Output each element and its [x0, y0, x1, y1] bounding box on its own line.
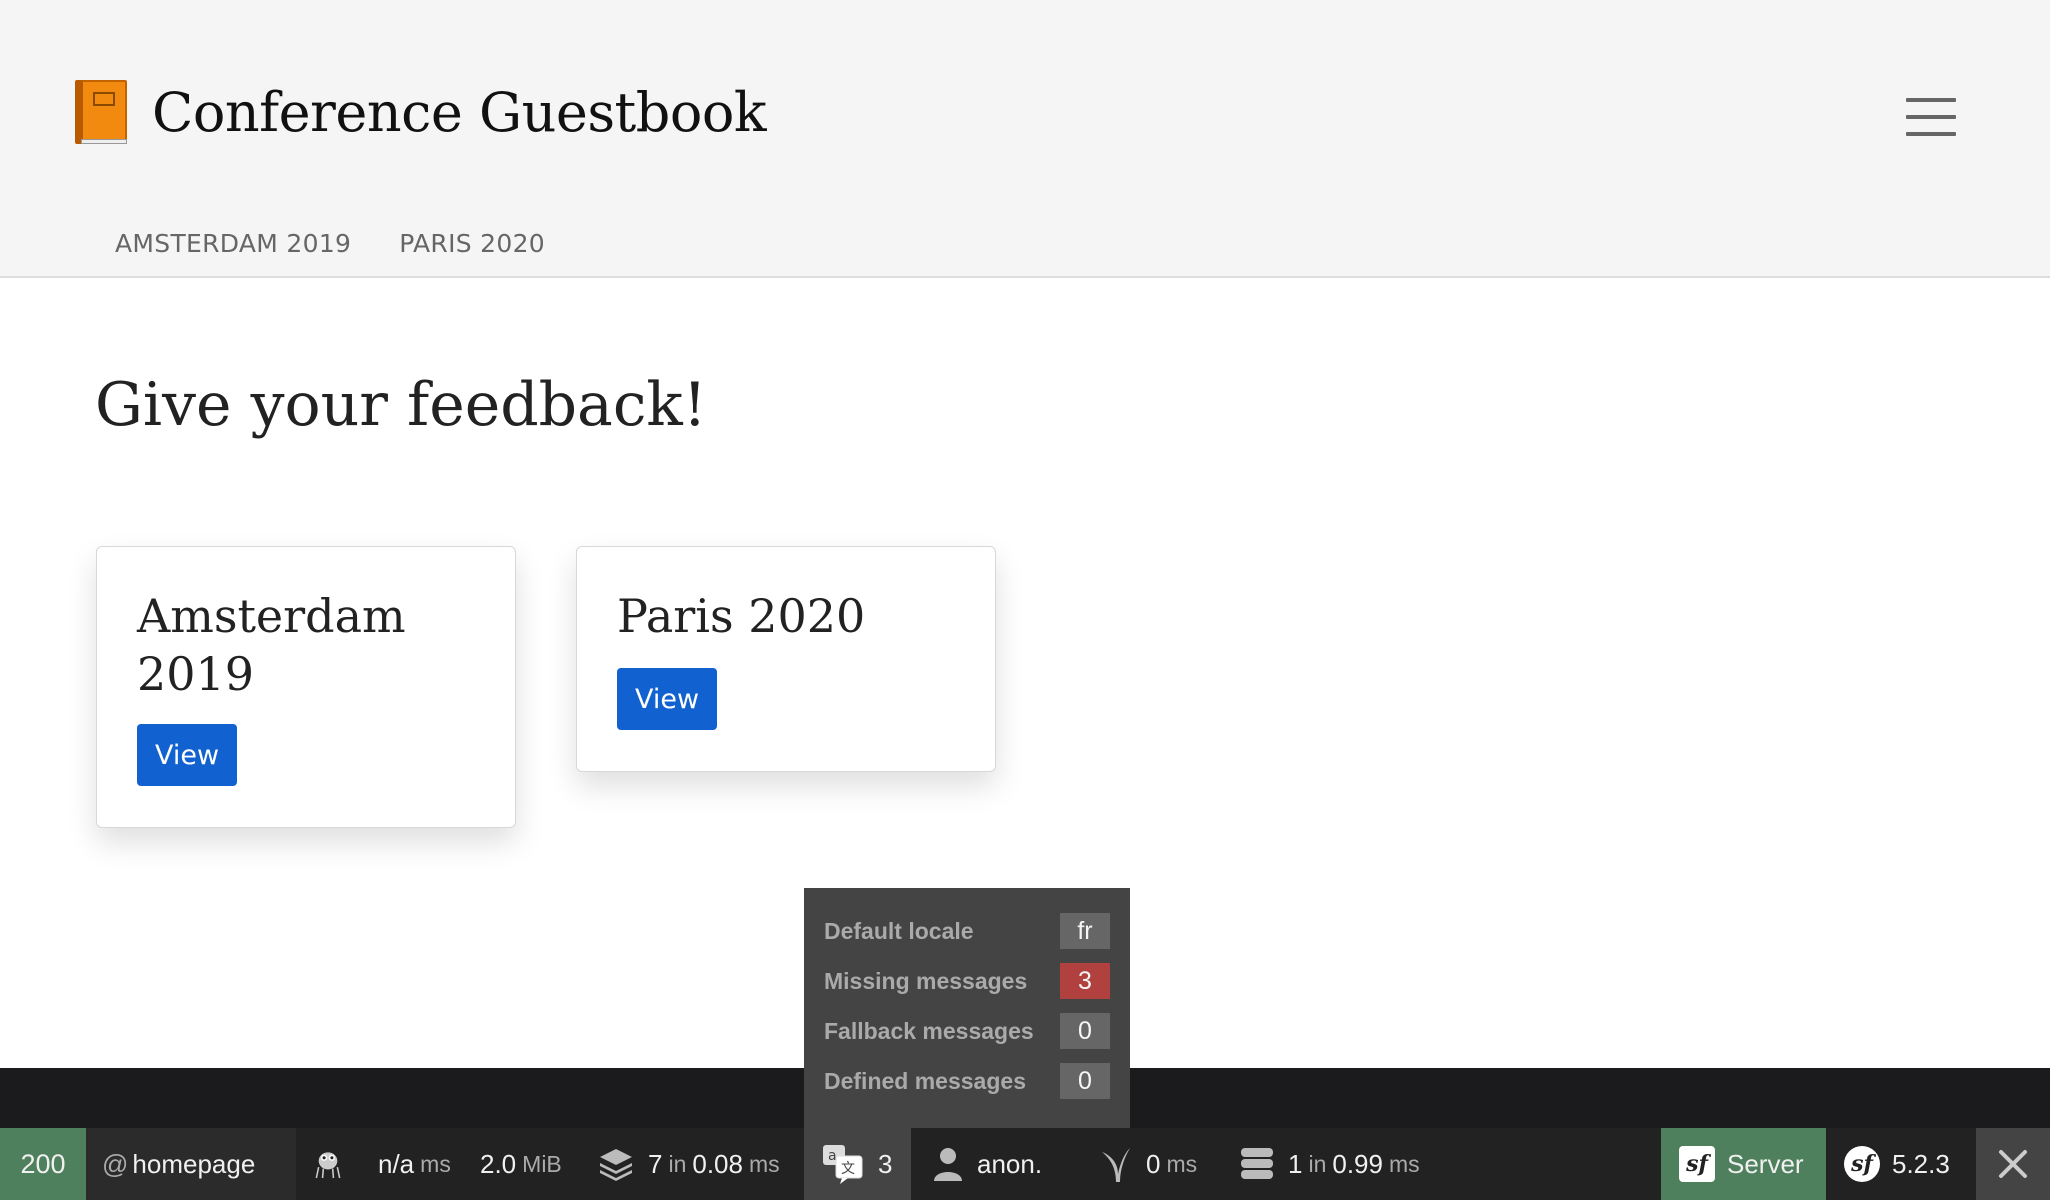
nav-item-amsterdam-2019[interactable]: AMSTERDAM 2019 — [115, 229, 351, 258]
server-label: Server — [1727, 1148, 1804, 1179]
database-icon — [1241, 1148, 1273, 1179]
card-title: Amsterdam 2019 — [137, 589, 406, 701]
view-button[interactable]: View — [617, 668, 717, 730]
route-name: homepage — [132, 1148, 256, 1179]
debug-toolbar: 200 @ homepage n/a ms 2.0 MiB 7 in 0.08 … — [0, 1128, 2050, 1200]
user-name: anon. — [977, 1148, 1043, 1179]
status-code: 200 — [20, 1148, 66, 1179]
orange-book-icon — [75, 80, 127, 144]
close-icon — [1999, 1150, 2027, 1178]
conference-card: Paris 2020 View — [576, 546, 996, 772]
layers-in: in — [668, 1150, 687, 1177]
popup-row: Missing messages 3 — [824, 956, 1110, 1006]
popup-label: Default locale — [824, 917, 974, 944]
db-count: 1 — [1288, 1148, 1303, 1179]
popup-value: 0 — [1060, 1013, 1110, 1049]
popup-label: Fallback messages — [824, 1017, 1034, 1044]
close-toolbar-button[interactable] — [1976, 1128, 2050, 1200]
time-unit: ms — [420, 1150, 451, 1177]
server-item[interactable]: sf Server — [1661, 1128, 1826, 1200]
card-title: Paris 2020 — [617, 589, 866, 643]
twig-item[interactable]: 7 in 0.08 ms — [580, 1128, 798, 1200]
translation-count: 3 — [878, 1148, 893, 1179]
brand-title: Conference Guestbook — [152, 80, 767, 144]
stopwatch-unit: ms — [1166, 1150, 1198, 1177]
layers-icon — [600, 1149, 632, 1181]
view-button[interactable]: View — [137, 724, 237, 786]
sprout-icon — [1102, 1148, 1130, 1182]
site-header: Conference Guestbook AMSTERDAM 2019 PARI… — [0, 0, 2050, 278]
translation-item[interactable]: a 文 3 — [804, 1128, 911, 1200]
popup-row: Defined messages 0 — [824, 1056, 1110, 1106]
popup-value: fr — [1060, 913, 1110, 949]
layers-time: 0.08 — [692, 1148, 743, 1179]
page-title: Give your feedback! — [95, 370, 707, 440]
route-prefix: @ — [102, 1148, 129, 1179]
translation-icon: a 文 — [823, 1145, 863, 1184]
popup-value: 3 — [1060, 963, 1110, 999]
symfony-logo-icon: sf — [1679, 1146, 1715, 1182]
popup-row: Default locale fr — [824, 906, 1110, 956]
stopwatch-item[interactable]: 0 ms — [1082, 1128, 1215, 1200]
layers-count: 7 — [648, 1148, 663, 1179]
symfony-version-item[interactable]: sf 5.2.3 — [1826, 1128, 1976, 1200]
status-code-badge[interactable]: 200 — [0, 1128, 86, 1200]
stopwatch-value: 0 — [1146, 1148, 1161, 1179]
ghost-icon[interactable] — [296, 1128, 360, 1200]
memory-unit: MiB — [522, 1150, 562, 1177]
popup-row: Fallback messages 0 — [824, 1006, 1110, 1056]
popup-label: Missing messages — [824, 967, 1028, 994]
memory-item[interactable]: 2.0 MiB — [462, 1128, 580, 1200]
route-item[interactable]: @ homepage — [86, 1128, 296, 1200]
db-unit: ms — [1388, 1150, 1420, 1177]
request-time-item[interactable]: n/a ms — [360, 1128, 469, 1200]
nav-item-paris-2020[interactable]: PARIS 2020 — [399, 229, 545, 258]
translation-panel: Default locale fr Missing messages 3 Fal… — [804, 888, 1130, 1128]
popup-label: Defined messages — [824, 1067, 1026, 1094]
svg-text:文: 文 — [841, 1161, 855, 1177]
svg-text:a: a — [828, 1148, 837, 1164]
db-in: in — [1308, 1150, 1327, 1177]
layers-unit: ms — [748, 1150, 780, 1177]
hamburger-icon[interactable] — [1906, 98, 1956, 136]
brand-link[interactable]: Conference Guestbook — [75, 80, 767, 144]
conference-nav: AMSTERDAM 2019 PARIS 2020 — [115, 229, 593, 258]
time-value: n/a — [378, 1148, 415, 1179]
memory-value: 2.0 — [480, 1148, 517, 1179]
symfony-version: 5.2.3 — [1892, 1148, 1950, 1179]
database-item[interactable]: 1 in 0.99 ms — [1222, 1128, 1438, 1200]
conference-card: Amsterdam 2019 View — [96, 546, 516, 828]
security-item[interactable]: anon. — [915, 1128, 1060, 1200]
popup-value: 0 — [1060, 1063, 1110, 1099]
db-time: 0.99 — [1332, 1148, 1383, 1179]
user-icon — [934, 1148, 962, 1181]
symfony-logo-icon: sf — [1844, 1146, 1880, 1182]
